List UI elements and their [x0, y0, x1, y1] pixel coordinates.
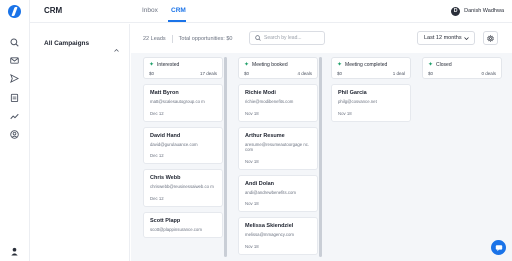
user-menu[interactable]: D Danish Wadhwa — [451, 5, 504, 17]
chevron-down-icon — [464, 36, 469, 40]
lead-date: Nov 18 — [245, 201, 259, 206]
column-deals: 17 deals — [199, 71, 217, 76]
lead-email: philg@cosvance.net — [338, 99, 377, 104]
search-box[interactable] — [249, 31, 325, 45]
lead-date: Nov 18 — [245, 158, 259, 164]
main-area: 22 Leads Total opportunities: $0 Last 12… — [131, 24, 512, 261]
lead-email: aresume@resumeautoorgage nc.com — [245, 141, 310, 153]
search-icon[interactable] — [10, 38, 19, 47]
tab-crm[interactable]: CRM — [171, 7, 186, 14]
campaigns-selector[interactable]: All Campaigns — [44, 40, 89, 47]
status-dot-icon: ✦ — [428, 61, 434, 68]
status-dot-icon: ✦ — [244, 61, 250, 68]
chat-icon — [495, 244, 502, 251]
campaigns-panel: All Campaigns — [30, 24, 130, 261]
person-icon[interactable] — [10, 243, 19, 256]
lead-card[interactable]: Phil Garcia philg@cosvance.net Nov 18 — [331, 84, 411, 122]
column-title: Meeting booked — [252, 62, 288, 68]
lead-email: chriswebb@reusinessaiweb.co m — [150, 184, 214, 189]
column-closed: ✦ Closed $0 0 deals — [422, 57, 502, 79]
chat-button[interactable] — [491, 240, 506, 255]
lead-date: Dec 12 — [150, 110, 164, 116]
period-value: Last 12 months — [424, 35, 462, 41]
lead-email: matt@scalesautogroup.co m — [150, 99, 205, 104]
settings-button[interactable] — [483, 31, 498, 45]
lead-date: Nov 18 — [245, 243, 259, 249]
send-icon[interactable] — [10, 74, 19, 83]
mail-icon[interactable] — [10, 56, 19, 65]
leads-count: 22 Leads — [143, 36, 166, 42]
clipboard-icon[interactable] — [10, 93, 19, 102]
lead-card[interactable]: Richie Modi richie@modibenefits.com Nov … — [238, 84, 318, 122]
lead-card[interactable]: Scott Plapp scott@plappinsurance.com — [143, 211, 223, 238]
search-icon — [255, 35, 261, 41]
user-name: Danish Wadhwa — [464, 8, 504, 14]
lead-name: Matt Byron — [150, 90, 179, 96]
lead-name: Scott Plapp — [150, 217, 181, 224]
status-dot-icon: ✦ — [337, 61, 343, 68]
icon-rail — [0, 0, 30, 261]
lead-email: andi@andrewbenefits.com — [245, 189, 296, 195]
column-title: Meeting completed — [345, 62, 388, 68]
column-deals: 4 deals — [297, 71, 312, 76]
lead-name: Arthur Resume — [245, 132, 285, 139]
lead-card[interactable]: Arthur Resume aresume@resumeautoorgage n… — [238, 126, 318, 170]
lead-name: Andi Dolan — [245, 180, 275, 187]
column-title: Interested — [157, 62, 180, 68]
tab-inbox[interactable]: Inbox — [142, 7, 158, 14]
column-interested: ✦ Interested $0 17 deals Matt Byron matt@s… — [143, 57, 223, 238]
gear-icon — [487, 34, 494, 42]
top-bar: CRM Inbox CRM D Danish Wadhwa — [30, 0, 512, 23]
column-header[interactable]: ✦ Closed $0 0 deals — [422, 57, 502, 79]
stat-divider — [171, 35, 173, 43]
lead-card[interactable]: David Hand david@gurulauance.com Dec 12 — [143, 126, 223, 164]
column-meeting-booked: ✦ Meeting booked $0 4 deals Richie Modi ri… — [238, 57, 318, 255]
lead-name: Richie Modi — [245, 90, 276, 96]
column-amount: $0 — [149, 71, 155, 76]
lead-email: richie@modibenefits.com — [245, 99, 294, 104]
column-amount: $0 — [337, 71, 343, 76]
lead-email: david@gurulauance.com — [150, 141, 198, 147]
column-title: Closed — [436, 62, 452, 68]
column-deals: 1 deal — [392, 71, 405, 76]
column-header[interactable]: ✦ Meeting completed $0 1 deal — [331, 57, 411, 79]
lead-card[interactable]: Chris Webb chriswebb@reusinessaiweb.co m… — [143, 169, 223, 207]
lead-date: Dec 12 — [150, 153, 164, 158]
lead-email: melissa@mmagency.com — [245, 232, 294, 237]
lead-date: Nov 18 — [338, 110, 352, 116]
column-deals: 0 deals — [481, 71, 496, 76]
pipeline-board: ✦ Interested $0 17 deals Matt Byron matt@s… — [131, 53, 512, 261]
lead-card[interactable]: Matt Byron matt@scalesautogroup.co m Dec… — [143, 84, 223, 122]
user-circle-icon[interactable] — [10, 130, 19, 139]
column-amount: $0 — [244, 71, 250, 76]
avatar: D — [451, 6, 461, 16]
logo-icon[interactable] — [8, 5, 21, 18]
lead-name: Phil Garcia — [338, 90, 367, 96]
lead-name: Chris Webb — [150, 175, 181, 181]
active-tab-indicator — [168, 20, 186, 22]
column-header[interactable]: ✦ Meeting booked $0 4 deals — [238, 57, 318, 79]
total-opportunities: Total opportunities: $0 — [178, 36, 233, 42]
chevron-up-icon[interactable] — [114, 40, 119, 52]
column-amount: $0 — [428, 71, 434, 76]
lead-name: David Hand — [150, 132, 181, 139]
column-meeting-completed: ✦ Meeting completed $0 1 deal Phil Garcia … — [331, 57, 411, 122]
page-title: CRM — [44, 6, 63, 15]
lead-stats: 22 Leads Total opportunities: $0 — [143, 35, 232, 43]
lead-card[interactable]: Melissa Skiendziel melissa@mmagency.com … — [238, 217, 318, 255]
lead-name: Melissa Skiendziel — [245, 223, 294, 229]
column-header[interactable]: ✦ Interested $0 17 deals — [143, 57, 223, 79]
status-dot-icon: ✦ — [149, 61, 155, 68]
lead-date: Dec 12 — [150, 195, 164, 201]
search-input[interactable] — [264, 35, 324, 41]
period-select[interactable]: Last 12 months — [417, 31, 475, 45]
column-scrollbar[interactable] — [224, 57, 227, 257]
lead-email: scott@plappinsurance.com — [150, 226, 202, 232]
lead-card[interactable]: Andi Dolan andi@andrewbenefits.com Nov 1… — [238, 174, 318, 212]
trend-icon[interactable] — [10, 112, 19, 121]
column-scrollbar[interactable] — [319, 57, 322, 257]
lead-date: Nov 18 — [245, 110, 259, 116]
